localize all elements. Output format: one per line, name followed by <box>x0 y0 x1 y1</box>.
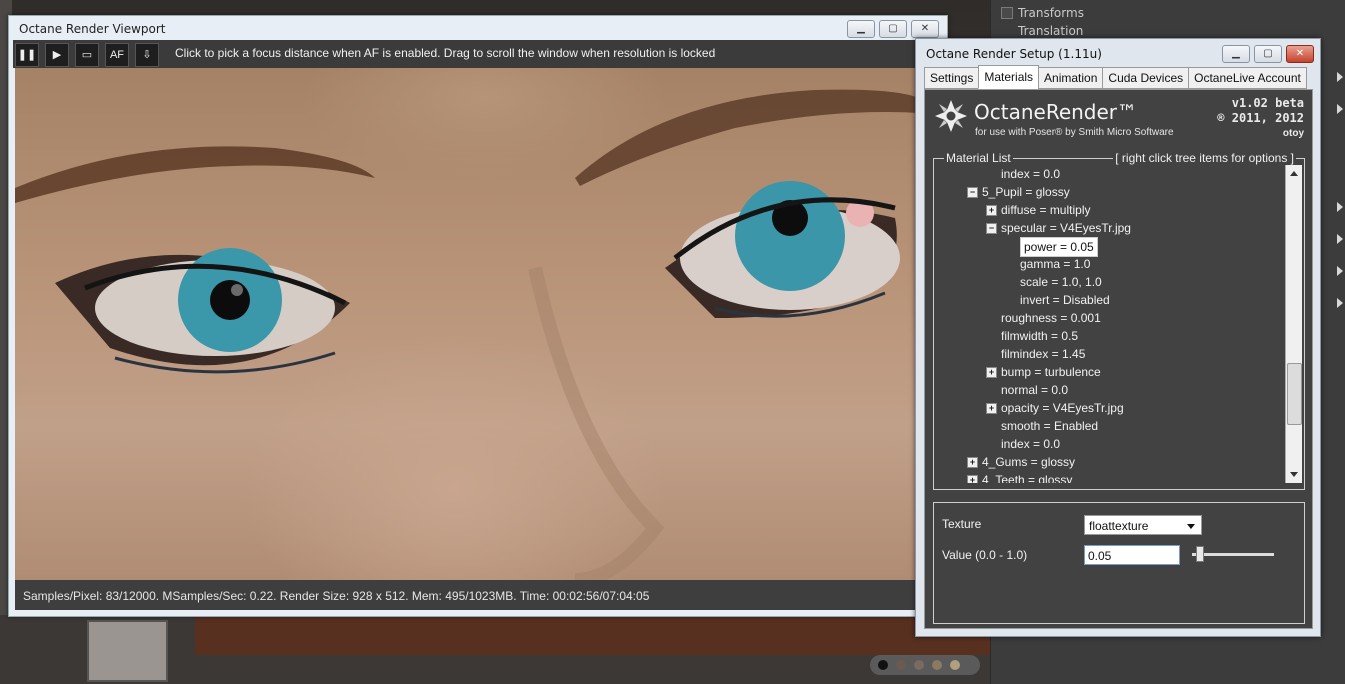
version-label: v1.02 beta <box>1231 96 1304 110</box>
octane-logo-banner: OctaneRender™ for use with Poser® by Smi… <box>925 90 1312 146</box>
material-properties: Texture floattexture Value (0.0 - 1.0) 0… <box>933 502 1305 624</box>
tree-item-label: roughness = 0.001 <box>1001 311 1101 325</box>
dot-icon[interactable] <box>896 660 906 670</box>
material-tree[interactable]: index = 0.0−5_Pupil = glossy + diffuse = m… <box>936 165 1282 483</box>
tree-item-label: smooth = Enabled <box>1001 419 1099 433</box>
texture-select-value: floattexture <box>1089 519 1149 533</box>
right-panel-row-translation[interactable]: Translation <box>1018 24 1083 38</box>
viewport-title: Octane Render Viewport <box>19 22 166 36</box>
setup-tabs: Settings Materials Animation Cuda Device… <box>924 65 1307 89</box>
host-preview-strip <box>195 615 990 655</box>
scroll-thumb[interactable] <box>1287 363 1302 425</box>
tree-item-label: 4_Teeth = glossy <box>982 473 1073 483</box>
tree-item-label: diffuse = multiply <box>1001 203 1091 217</box>
tab-materials[interactable]: Materials <box>978 65 1040 89</box>
scroll-down-icon[interactable] <box>1290 472 1298 477</box>
texture-label: Texture <box>942 517 982 531</box>
expand-icon[interactable]: + <box>967 457 978 468</box>
tree-item-label: normal = 0.0 <box>1001 383 1069 397</box>
minimize-button[interactable]: ▁ <box>1222 45 1250 63</box>
tree-item-label: 4_Gums = glossy <box>982 455 1076 469</box>
dial-arrow-icon[interactable] <box>1337 104 1343 114</box>
tree-item-label: filmwidth = 0.5 <box>1001 329 1079 343</box>
value-slider-track[interactable] <box>1192 553 1274 556</box>
dial-arrow-icon[interactable] <box>1337 298 1343 308</box>
expand-icon[interactable]: + <box>986 205 997 216</box>
display-style-dots[interactable] <box>870 655 980 675</box>
chevron-down-icon <box>1187 524 1195 529</box>
materials-panel: OctaneRender™ for use with Poser® by Smi… <box>924 89 1313 629</box>
octane-logo-icon <box>935 100 967 132</box>
render-status-bar: Samples/Pixel: 83/12000. MSamples/Sec: 0… <box>15 580 919 610</box>
dot-icon[interactable] <box>914 660 924 670</box>
close-button[interactable]: ✕ <box>911 20 939 38</box>
logo-subtitle: for use with Poser® by Smith Micro Softw… <box>975 127 1174 138</box>
tab-cuda-devices[interactable]: Cuda Devices <box>1102 67 1190 89</box>
viewport-window: Octane Render Viewport ▁ ▢ ✕ ❚❚ ▶ ▭ AF ⇩… <box>8 15 948 617</box>
dial-arrow-icon[interactable] <box>1337 266 1343 276</box>
material-list-hint: [ right click tree items for options ] <box>1113 151 1296 165</box>
value-label: Value (0.0 - 1.0) <box>942 548 1028 562</box>
tree-item-label: filmindex = 1.45 <box>1001 347 1086 361</box>
tab-octanelive-account[interactable]: OctaneLive Account <box>1188 67 1307 89</box>
face-render-icon <box>15 89 919 580</box>
setup-title: Octane Render Setup (1.11u) <box>926 47 1102 61</box>
maximize-button[interactable]: ▢ <box>1254 45 1282 63</box>
tree-item-label: bump = turbulence <box>1001 365 1101 379</box>
tree-item-label: invert = Disabled <box>1020 293 1110 307</box>
tree-item-label: index = 0.0 <box>1001 437 1061 451</box>
value-input[interactable]: 0.05 <box>1084 545 1180 565</box>
dot-icon[interactable] <box>950 660 960 670</box>
af-button[interactable]: AF <box>105 43 129 67</box>
expand-icon[interactable]: + <box>986 367 997 378</box>
maximize-button[interactable]: ▢ <box>879 20 907 38</box>
setup-window-controls: ▁ ▢ ✕ <box>1222 45 1314 63</box>
play-icon[interactable]: ▶ <box>45 43 69 67</box>
render-image[interactable] <box>15 68 919 580</box>
copyright-year: ® 2011, 2012 <box>1217 111 1304 125</box>
tree-item-label: scale = 1.0, 1.0 <box>1020 275 1102 289</box>
tree-item-label: gamma = 1.0 <box>1020 257 1091 271</box>
library-thumbnail[interactable] <box>87 620 168 682</box>
expand-icon[interactable]: + <box>986 403 997 414</box>
scroll-up-icon[interactable] <box>1290 171 1298 176</box>
dial-arrow-icon[interactable] <box>1337 202 1343 212</box>
otoy-logo: otoy <box>1282 128 1304 139</box>
tree-item-label: opacity = V4EyesTr.jpg <box>1001 401 1124 415</box>
render-status-text: Samples/Pixel: 83/12000. MSamples/Sec: 0… <box>23 589 650 603</box>
collapse-icon[interactable]: − <box>967 187 978 198</box>
texture-select[interactable]: floattexture <box>1084 515 1202 535</box>
dial-arrow-icon[interactable] <box>1337 234 1343 244</box>
dial-arrow-icon[interactable] <box>1337 72 1343 82</box>
tree-item-label: 5_Pupil = glossy <box>982 185 1070 199</box>
toolbar-hint: Click to pick a focus distance when AF i… <box>175 46 716 60</box>
logo-title: OctaneRender™ <box>974 100 1138 124</box>
monitor-icon[interactable]: ▭ <box>75 43 99 67</box>
pause-icon[interactable]: ❚❚ <box>15 43 39 67</box>
dot-icon[interactable] <box>878 660 888 670</box>
export-icon[interactable]: ⇩ <box>135 43 159 67</box>
dot-icon[interactable] <box>932 660 942 670</box>
tab-settings[interactable]: Settings <box>924 67 980 89</box>
collapse-box-icon[interactable] <box>1001 7 1013 19</box>
tab-animation[interactable]: Animation <box>1038 67 1104 89</box>
value-slider-handle[interactable] <box>1196 546 1205 562</box>
viewport-toolbar: ❚❚ ▶ ▭ AF ⇩ Click to pick a focus distan… <box>13 40 919 68</box>
tree-item-label: index = 0.0 <box>1001 167 1061 181</box>
close-button[interactable]: ✕ <box>1286 45 1314 63</box>
tree-item-label: power = 0.05 <box>1020 237 1098 257</box>
tree-item-label: specular = V4EyesTr.jpg <box>1001 221 1131 235</box>
material-list-group: Material List [ right click tree items f… <box>933 151 1305 490</box>
viewport-window-controls: ▁ ▢ ✕ <box>847 20 939 38</box>
collapse-icon[interactable]: − <box>986 223 997 234</box>
tree-scrollbar[interactable] <box>1285 165 1302 483</box>
minimize-button[interactable]: ▁ <box>847 20 875 38</box>
expand-icon[interactable]: + <box>967 475 978 483</box>
setup-window: Octane Render Setup (1.11u) ▁ ▢ ✕ Settin… <box>915 38 1321 637</box>
right-panel-row-transforms[interactable]: Transforms <box>1018 6 1084 20</box>
material-list-label: Material List <box>944 151 1013 165</box>
